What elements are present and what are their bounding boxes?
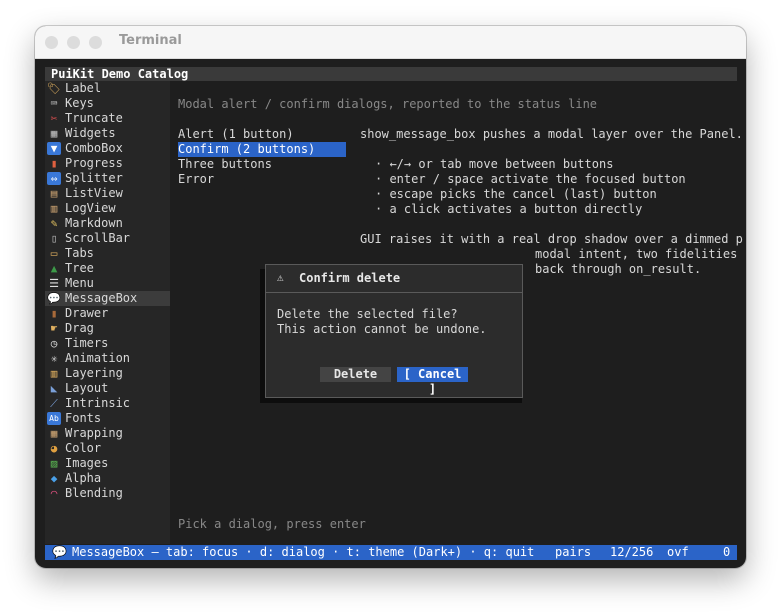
tag-icon: 🏷	[47, 82, 61, 95]
terminal-window: Terminal PuiKit Demo Catalog 🏷 Label ⌨ Key…	[35, 26, 746, 568]
abc-letters-icon: Ab	[47, 412, 61, 425]
thermometer-icon: ▯	[50, 232, 58, 245]
clipboard-icon: ☰	[49, 277, 59, 290]
document-lines-icon: ▦	[50, 427, 58, 440]
description-line: modal intent, two fidelities	[535, 247, 738, 261]
memo-icon: ✎	[50, 217, 58, 230]
ledger-icon: ▥	[50, 202, 58, 215]
sidebar-item-combobox[interactable]: ▼ ComboBox	[45, 141, 170, 156]
pointing-hand-icon: ☛	[50, 322, 58, 335]
status-bar: 💬 MessageBox — tab: focus · d: dialog · …	[45, 545, 737, 560]
keyboard-icon: ⌨	[50, 97, 58, 110]
dialog-list-item-three-buttons[interactable]: Three buttons	[178, 157, 346, 172]
sidebar-item-layering[interactable]: ▥ Layering	[45, 366, 170, 381]
speech-balloon-icon: 💬	[52, 545, 67, 559]
warning-icon: ⚠	[277, 271, 284, 284]
sidebar-item-widgets[interactable]: ▦ Widgets	[45, 126, 170, 141]
palette-icon: ◕	[50, 442, 58, 455]
pairs-count: 12/256	[610, 545, 654, 559]
dialog-message: Delete the selected file?	[277, 307, 458, 321]
scissors-icon: ✂	[50, 112, 58, 125]
close-window-button[interactable]	[45, 36, 58, 49]
sidebar-item-drag[interactable]: ☛ Drag	[45, 321, 170, 336]
folder-tab-icon: ▭	[50, 247, 58, 260]
sidebar-item-keys[interactable]: ⌨ Keys	[45, 96, 170, 111]
sidebar-item-alpha[interactable]: ◆ Alpha	[45, 471, 170, 486]
sidebar-item-menu[interactable]: ☰ Menu	[45, 276, 170, 291]
description-bullet: · a click activates a button directly	[375, 202, 643, 216]
dialog-list-item-confirm[interactable]: Confirm (2 buttons)	[178, 142, 346, 157]
sidebar-item-intrinsic[interactable]: ⟋ Intrinsic	[45, 396, 170, 411]
stacked-layers-icon: ▥	[50, 367, 58, 380]
description-line: GUI raises it with a real drop shadow ov…	[360, 232, 743, 246]
sidebar-item-logview[interactable]: ▥ LogView	[45, 201, 170, 216]
description-bullet: · escape picks the cancel (last) button	[375, 187, 657, 201]
content-panel: Modal alert / confirm dialogs, reported …	[170, 81, 743, 544]
sidebar-item-truncate[interactable]: ✂ Truncate	[45, 111, 170, 126]
confirm-dialog: ⚠ Confirm delete Delete the selected fil…	[265, 264, 523, 398]
sidebar-item-progress[interactable]: ▮ Progress	[45, 156, 170, 171]
framed-picture-icon: ▨	[50, 457, 58, 470]
clapper-board-icon: ✳	[50, 352, 58, 365]
droplet-icon: ◆	[50, 472, 58, 485]
scroll-icon: ▤	[50, 187, 58, 200]
title-bar: Terminal	[35, 26, 746, 59]
sidebar-item-blending[interactable]: ◠ Blending	[45, 486, 170, 501]
speech-balloon-icon: 💬	[47, 292, 61, 305]
evergreen-tree-icon: ▲	[50, 262, 58, 275]
dialog-list-item-alert[interactable]: Alert (1 button)	[178, 127, 346, 142]
sidebar-item-drawer[interactable]: ▮ Drawer	[45, 306, 170, 321]
maximize-window-button[interactable]	[89, 36, 102, 49]
app-title-bar: PuiKit Demo Catalog	[45, 67, 737, 81]
dialog-message: This action cannot be undone.	[277, 322, 487, 336]
window-title: Terminal	[119, 33, 182, 48]
sidebar-item-wrapping[interactable]: ▦ Wrapping	[45, 426, 170, 441]
description-line: back through on_result.	[535, 262, 702, 276]
rainbow-icon: ◠	[50, 487, 58, 500]
control-knobs-icon: ▦	[50, 127, 58, 140]
down-button-icon: ▼	[47, 142, 61, 155]
terminal-area: PuiKit Demo Catalog 🏷 Label ⌨ Keys ✂ Trunca…	[45, 67, 743, 560]
bar-chart-icon: ▮	[50, 157, 58, 170]
sidebar-item-tabs[interactable]: ▭ Tabs	[45, 246, 170, 261]
sidebar-item-layout[interactable]: ◣ Layout	[45, 381, 170, 396]
minimize-window-button[interactable]	[67, 36, 80, 49]
dialog-title-bar: ⚠ Confirm delete	[266, 265, 522, 293]
sidebar-item-animation[interactable]: ✳ Animation	[45, 351, 170, 366]
straight-ruler-icon: ⟋	[50, 397, 58, 410]
stopwatch-icon: ◷	[50, 337, 58, 350]
sidebar: 🏷 Label ⌨ Keys ✂ Truncate ▦ Widgets ▼ ComboBo…	[45, 81, 170, 544]
description-line: show_message_box pushes a modal layer ov…	[360, 127, 743, 141]
left-right-arrow-icon: ⇔	[47, 172, 61, 185]
sidebar-item-listview[interactable]: ▤ ListView	[45, 186, 170, 201]
description-bullet: · ←/→ or tab move between buttons	[375, 157, 614, 171]
triangular-ruler-icon: ◣	[50, 382, 58, 395]
section-header: Modal alert / confirm dialogs, reported …	[178, 97, 598, 111]
status-text: MessageBox — tab: focus · d: dialog · t:…	[72, 545, 535, 559]
app-title: PuiKit Demo Catalog	[51, 67, 189, 81]
sidebar-item-splitter[interactable]: ⇔ Splitter	[45, 171, 170, 186]
sidebar-item-scrollbar[interactable]: ▯ ScrollBar	[45, 231, 170, 246]
footer-hint: Pick a dialog, press enter	[178, 517, 366, 531]
sidebar-item-messagebox[interactable]: 💬 MessageBox	[45, 291, 170, 306]
sidebar-item-timers[interactable]: ◷ Timers	[45, 336, 170, 351]
ovf-value: 0	[723, 545, 731, 559]
sidebar-item-label[interactable]: 🏷 Label	[45, 81, 170, 96]
description-bullet: · enter / space activate the focused but…	[375, 172, 686, 186]
ovf-label: ovf	[667, 545, 689, 559]
delete-button[interactable]: Delete	[320, 367, 391, 382]
sidebar-item-color[interactable]: ◕ Color	[45, 441, 170, 456]
sidebar-item-images[interactable]: ▨ Images	[45, 456, 170, 471]
cancel-button[interactable]: [ Cancel ]	[397, 367, 468, 396]
dialog-title: Confirm delete	[299, 271, 401, 285]
pairs-label: pairs	[555, 545, 592, 559]
cabinet-icon: ▮	[50, 307, 58, 320]
sidebar-item-tree[interactable]: ▲ Tree	[45, 261, 170, 276]
sidebar-item-markdown[interactable]: ✎ Markdown	[45, 216, 170, 231]
sidebar-item-fonts[interactable]: Ab Fonts	[45, 411, 170, 426]
dialog-list-item-error[interactable]: Error	[178, 172, 346, 187]
